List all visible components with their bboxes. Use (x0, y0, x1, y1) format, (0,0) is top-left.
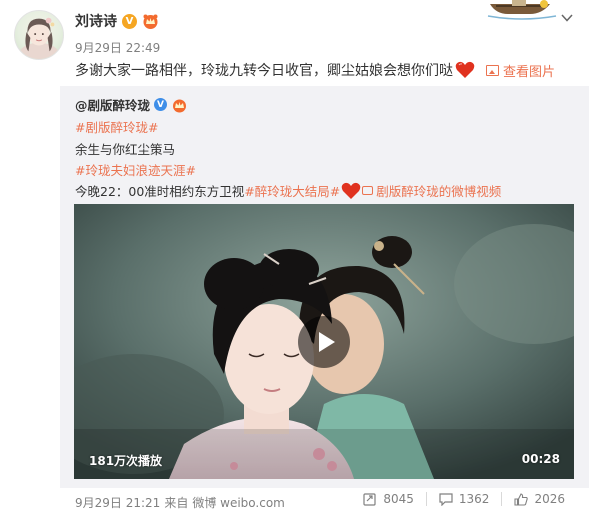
like-button[interactable]: 2026 (501, 492, 577, 506)
video-icon (362, 186, 374, 195)
boat-decoration-icon (487, 0, 557, 20)
chevron-down-icon[interactable] (561, 12, 573, 24)
vip-crown-icon (143, 14, 158, 29)
repost-icon (363, 492, 376, 506)
post-body: 多谢大家一路相伴，玲珑九转今日收官，卿尘姑娘会想你们哒 (75, 63, 453, 79)
hashtag-link[interactable]: #玲珑夫妇浪迹天涯# (75, 160, 196, 179)
verified-blue-icon: V (154, 98, 168, 111)
avatar[interactable] (14, 10, 64, 60)
repost-timestamp[interactable]: 9月29日 21:21 (75, 494, 160, 511)
repost-text-line: 余生与你红尘策马 (75, 142, 176, 157)
broadcast-time-text: 今晚22：00准时相约东方卫视 (75, 184, 245, 199)
hashtag-link[interactable]: #醉玲珑大结局# (244, 181, 340, 200)
video-link-label: 剧版醉玲珑的微博视频 (376, 184, 502, 199)
like-count: 2026 (534, 492, 565, 506)
author-name[interactable]: 刘诗诗 (75, 11, 117, 31)
play-count: 181万次播放 (89, 454, 163, 468)
source-link[interactable]: 微博 weibo.com (192, 494, 285, 511)
view-pictures-link[interactable]: 查看图片 (486, 61, 555, 80)
heart-emoji-icon (341, 182, 361, 199)
video-player[interactable]: 181万次播放 00:28 (74, 204, 574, 479)
comment-count: 1362 (458, 492, 490, 506)
post-timestamp[interactable]: 9月29日 22:49 (75, 39, 160, 56)
comment-icon (439, 492, 453, 506)
repost-author[interactable]: @剧版醉玲珑 (75, 95, 150, 114)
source-prefix: 来自 (164, 496, 189, 510)
video-duration: 00:28 (521, 452, 560, 466)
like-icon (514, 492, 529, 506)
video-link[interactable]: 剧版醉玲珑的微博视频 (362, 181, 501, 200)
hashtag-link[interactable]: #剧版醉玲珑# (75, 117, 158, 136)
post-text: 多谢大家一路相伴，玲珑九转今日收官，卿尘姑娘会想你们哒 (75, 60, 475, 80)
repost-footer: 9月29日 21:21 来自 微博 weibo.com (75, 494, 285, 511)
heart-emoji-icon (455, 61, 475, 78)
picture-icon (486, 65, 499, 76)
repost-count: 8045 (383, 492, 414, 506)
play-icon[interactable] (298, 316, 350, 368)
repost-text-line: 今晚22：00准时相约东方卫视 #醉玲珑大结局# 剧版醉玲珑的微博视频 (75, 181, 501, 200)
repost-button[interactable]: 8045 (351, 492, 426, 506)
vip-crown-icon (173, 99, 187, 112)
comment-button[interactable]: 1362 (425, 492, 502, 506)
view-pictures-label: 查看图片 (503, 65, 556, 80)
repost-card: @剧版醉玲珑 V #剧版醉玲珑# 余生与你红尘策马 #玲珑夫妇浪迹天涯# 今晚2… (60, 86, 589, 488)
verified-icon: V (122, 13, 137, 29)
action-bar: 8045 1362 2026 (351, 492, 577, 506)
